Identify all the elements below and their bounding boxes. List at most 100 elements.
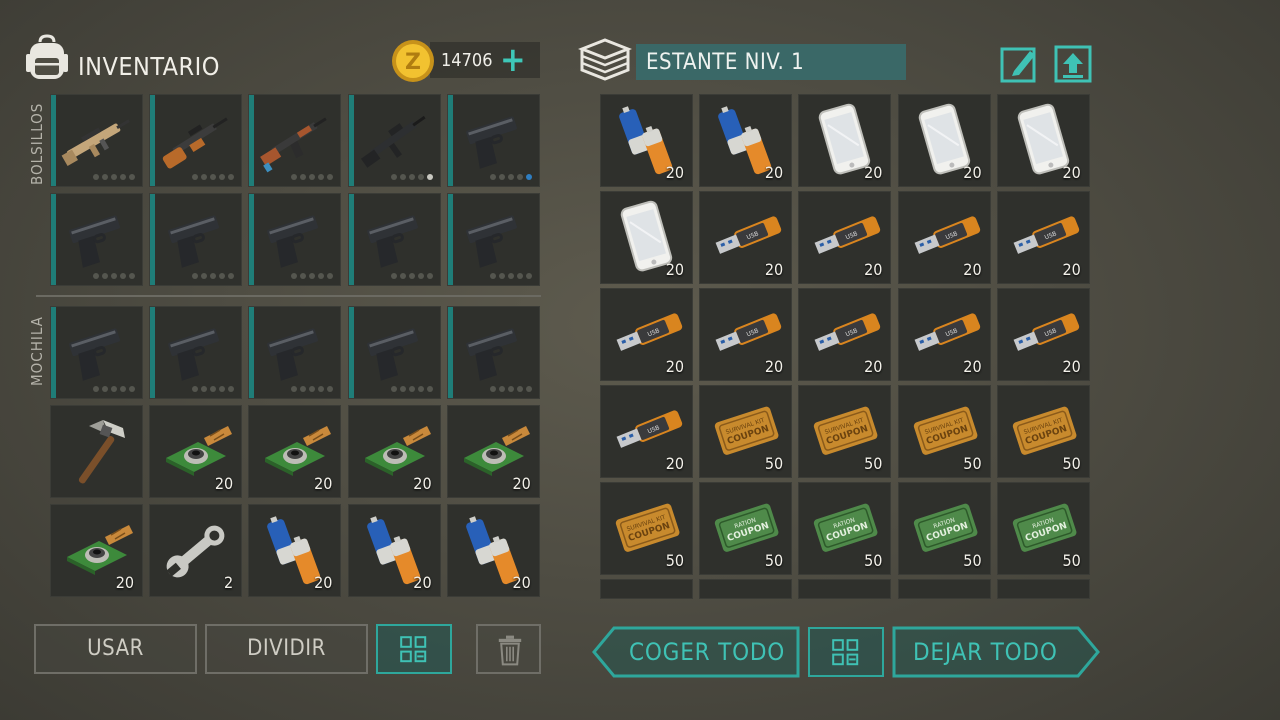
upload-icon[interactable] [1054,45,1092,83]
pocket-slot[interactable] [248,94,342,187]
storage-slot[interactable]: SURVIVAL KIT COUPON 50 [897,385,991,478]
backpack-slot[interactable] [446,306,540,399]
pocket-slot[interactable] [446,94,540,187]
item-quantity: 20 [963,260,982,279]
storage-slot[interactable]: USB 20 [897,288,991,381]
shelf-icon [578,38,632,81]
delete-button[interactable] [476,624,541,674]
split-button[interactable]: DIVIDIR [205,624,368,674]
add-coins-button[interactable]: + [500,40,526,80]
take-all-button[interactable]: COGER TODO [592,626,800,678]
storage-grid: 20 20 20 20 20 20 USB 20 USB 20 USB 20 U… [600,94,1092,599]
item-quantity: 50 [864,454,883,473]
item-quantity: 20 [314,474,333,494]
pistol-icon [168,215,220,268]
take-all-label: COGER TODO [629,638,786,666]
pocket-slot[interactable] [50,193,143,287]
storage-slot[interactable]: 20 [798,94,892,187]
pocket-slot[interactable] [50,94,143,187]
pocket-slot[interactable] [347,193,441,287]
item-quantity: 20 [512,573,531,593]
backpack-slot[interactable] [248,306,342,399]
rename-icon[interactable] [1000,45,1038,83]
inventory-grid: 20 20 20 20 20 2 20 20 20 [50,94,542,599]
backpack-slot[interactable] [149,306,243,399]
pistol-icon [366,328,418,381]
pockets-label: BOLSILLOS [28,102,46,185]
backpack-slot[interactable]: 20 [248,504,342,598]
item-quantity: 20 [214,474,234,494]
pistol-icon [366,215,418,268]
storage-slot[interactable] [897,579,991,599]
svg-text:Z: Z [405,50,421,75]
item-quantity: 20 [764,357,784,376]
backpack-slot[interactable] [50,405,143,499]
backpack-slot[interactable] [50,306,143,399]
storage-slot[interactable]: USB 20 [600,385,693,478]
storage-slot[interactable]: RATION COUPON 50 [996,482,1090,575]
item-quantity: 50 [864,551,883,570]
pocket-slot[interactable] [446,193,540,287]
sort-storage-button[interactable] [808,627,884,677]
pocket-slot[interactable] [347,94,441,187]
backpack-slot[interactable]: 2 [149,504,243,598]
pistol-icon [465,116,517,169]
pocket-slot[interactable] [248,193,342,287]
item-quantity: 20 [764,163,784,182]
storage-slot[interactable]: 20 [699,94,793,187]
drop-all-label: DEJAR TODO [913,638,1058,666]
item-quantity: 20 [1062,260,1081,279]
upgrade-dots [291,386,334,392]
drop-all-button[interactable]: DEJAR TODO [892,626,1100,678]
storage-slot[interactable]: RATION COUPON 50 [798,482,892,575]
backpack-slot[interactable]: 20 [347,504,441,598]
upgrade-dots [192,273,235,280]
item-quantity: 50 [1062,551,1081,570]
storage-slot[interactable]: RATION COUPON 50 [699,482,793,575]
item-quantity: 20 [1062,357,1081,376]
upgrade-dots [93,386,135,392]
storage-slot[interactable] [996,579,1090,599]
storage-slot[interactable] [600,579,693,599]
storage-slot[interactable]: SURVIVAL KIT COUPON 50 [996,385,1090,478]
storage-slot[interactable]: 20 [600,191,693,284]
pistol-icon [465,328,517,381]
trash-icon [498,635,522,666]
storage-slot[interactable] [798,579,892,599]
backpack-slot[interactable]: 20 [347,405,441,499]
backpack-slot[interactable]: 20 [50,504,143,598]
storage-slot[interactable]: USB 20 [798,288,892,381]
backpack-slot[interactable]: 20 [248,405,342,499]
pocket-slot[interactable] [149,193,243,287]
storage-slot[interactable]: RATION COUPON 50 [897,482,991,575]
storage-slot[interactable]: USB 20 [699,288,793,381]
sort-grid-icon [832,639,859,666]
storage-slot[interactable] [699,579,793,599]
storage-slot[interactable]: SURVIVAL KIT COUPON 50 [798,385,892,478]
storage-slot[interactable]: SURVIVAL KIT COUPON 50 [600,482,693,575]
backpack-slot[interactable]: 20 [446,504,540,598]
storage-slot[interactable]: USB 20 [996,288,1090,381]
storage-slot[interactable]: 20 [600,94,693,187]
storage-slot[interactable]: USB 20 [897,191,991,284]
storage-title: ESTANTE NIV. 1 [646,50,805,75]
pistol-icon [267,328,319,381]
storage-slot[interactable]: USB 20 [699,191,793,284]
upgrade-dots [93,273,135,280]
storage-slot[interactable]: 20 [996,94,1090,187]
storage-slot[interactable]: USB 20 [600,288,693,381]
storage-slot[interactable]: USB 20 [996,191,1090,284]
backpack-slot[interactable] [347,306,441,399]
backpack-slot[interactable]: 20 [149,405,243,499]
storage-slot[interactable]: 20 [897,94,991,187]
scar-rifle-icon [61,119,130,167]
upgrade-dots [192,174,235,180]
use-button[interactable]: USAR [34,624,197,674]
storage-slot[interactable]: USB 20 [798,191,892,284]
upgrade-dots [390,174,433,180]
sort-inventory-button[interactable] [376,624,452,674]
pocket-slot[interactable] [149,94,243,187]
item-quantity: 20 [665,454,684,473]
storage-slot[interactable]: SURVIVAL KIT COUPON 50 [699,385,793,478]
backpack-slot[interactable]: 20 [446,405,540,499]
